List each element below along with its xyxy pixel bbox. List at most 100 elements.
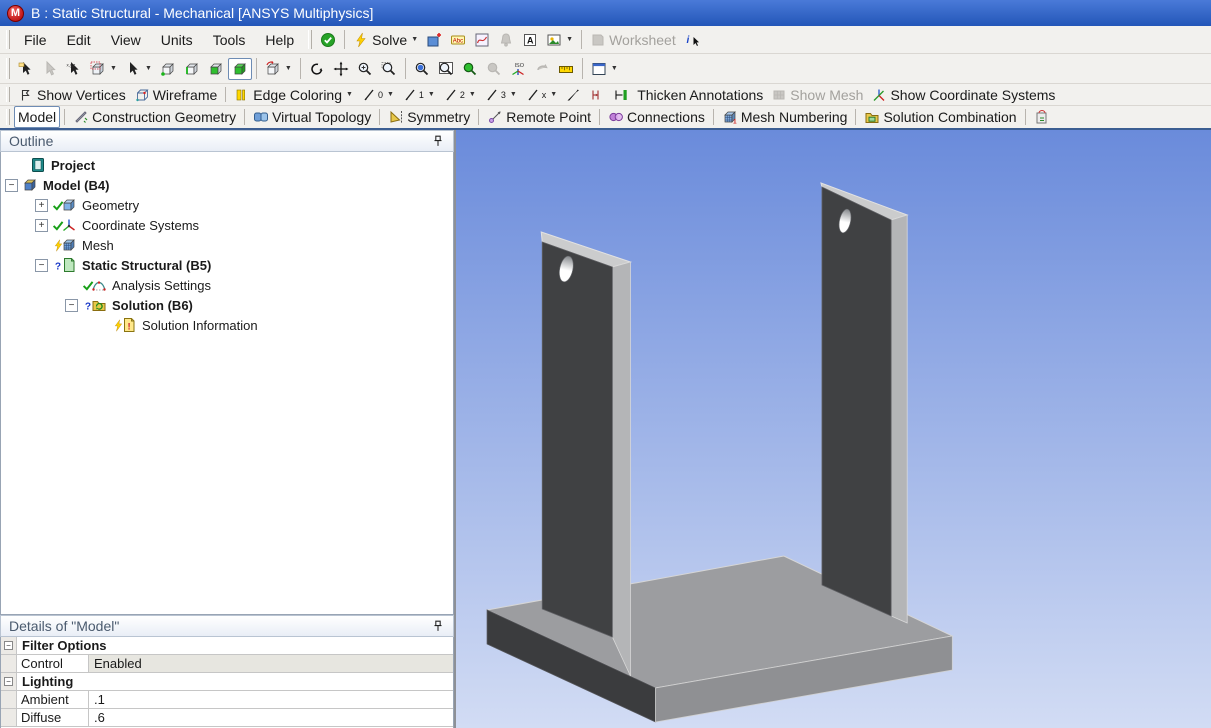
remote-point-button[interactable]: Remote Point [483,106,595,128]
toolbar-grip[interactable] [308,30,313,49]
zoom-out-button[interactable] [482,58,506,80]
magnifier-window-button[interactable] [434,58,458,80]
toolbar-grip[interactable] [6,87,10,102]
new-chart-button[interactable] [422,29,446,51]
tree-item-mesh[interactable]: Mesh [1,235,453,255]
virtual-topology-button[interactable]: Virtual Topology [249,106,375,128]
box-zoom-button[interactable] [377,58,401,80]
construction-geometry-button[interactable]: Construction Geometry [69,106,240,128]
tree-item-model-b4[interactable]: − Model (B4) [1,175,453,195]
model-left-plate-side-face[interactable] [612,261,631,677]
tree-expander-icon[interactable]: + [35,198,48,212]
tree-item-project[interactable]: Project [1,155,453,175]
thickness-2-button[interactable] [609,84,633,106]
coordinates-select-button[interactable]: x,y,z [62,58,86,80]
mesh-numbering-button[interactable]: 1 Mesh Numbering [718,106,852,128]
dropdown-arrow-icon[interactable]: ▼ [566,36,573,43]
details-group-row[interactable]: − Filter Options [1,637,453,655]
edge-coloring-button[interactable]: Edge Coloring ▼ [230,84,357,106]
body-select-button[interactable] [227,57,252,80]
vertex-select-button[interactable] [156,58,180,80]
details-row[interactable]: Ambient .1 [1,691,453,709]
zoom-button[interactable] [353,58,377,80]
select-mode-button[interactable]: ▼ [86,58,121,80]
menu-tools[interactable]: Tools [203,30,256,50]
tree-item-solution-b6[interactable]: −? Solution (B6) [1,295,453,315]
iso-view-button[interactable]: ISO [506,58,530,80]
wireframe-button[interactable]: Wireframe [130,84,222,106]
details-value[interactable]: Enabled [89,655,453,672]
edge-direction-0-button[interactable]: 0 ▼ [357,84,398,106]
edge-direction-3-button[interactable]: 3 ▼ [480,84,521,106]
status-ok-button[interactable] [316,29,340,51]
dropdown-arrow-icon[interactable]: ▼ [110,65,117,72]
dropdown-arrow-icon[interactable]: ▼ [550,91,557,98]
details-row[interactable]: Diffuse .6 [1,709,453,727]
menu-edit[interactable]: Edit [57,30,101,50]
show-mesh-button[interactable]: Show Mesh [767,84,867,106]
ruler-button[interactable] [554,58,578,80]
model-right-plate-front-face[interactable] [821,186,892,617]
dropdown-arrow-icon[interactable]: ▼ [428,91,435,98]
tree-item-coordinate-systems[interactable]: + Coordinate Systems [1,215,453,235]
menu-units[interactable]: Units [151,30,203,50]
edge-direction-x-button[interactable]: x ▼ [521,84,561,106]
solution-combination-button[interactable]: Solution Combination [860,106,1020,128]
previous-view-button[interactable] [530,58,554,80]
viewports-button[interactable]: ▼ [587,58,622,80]
show-coordinate-systems-button[interactable]: Show Coordinate Systems [867,84,1059,106]
image-capture-button[interactable]: ▼ [542,29,577,51]
dropdown-arrow-icon[interactable]: ▼ [285,65,292,72]
direction-select-button[interactable] [38,58,62,80]
selection-information-button[interactable]: i [680,29,704,51]
toolbar-grip[interactable] [6,58,10,79]
toolbar-grip[interactable] [6,30,10,49]
dropdown-arrow-icon[interactable]: ▼ [145,65,152,72]
edge-direction-1-button[interactable]: 1 ▼ [398,84,439,106]
label-select-button[interactable] [14,58,38,80]
geometry-viewport[interactable] [456,130,1211,728]
zoom-in-button[interactable] [458,58,482,80]
annotation-button[interactable]: Abc [446,29,470,51]
dropdown-arrow-icon[interactable]: ▼ [387,91,394,98]
tree-expander-icon[interactable]: + [35,218,48,232]
tree-item-solution-information[interactable]: ! Solution Information [1,315,453,335]
face-select-button[interactable] [204,58,228,80]
show-vertices-button[interactable]: Show Vertices [14,84,130,106]
select-type-button[interactable]: ▼ [121,58,156,80]
rotate-button[interactable] [305,58,329,80]
pan-button[interactable] [329,58,353,80]
tree-item-geometry[interactable]: + Geometry [1,195,453,215]
worksheet-button[interactable]: Worksheet [586,29,680,51]
tree-expander-icon[interactable]: − [5,178,18,192]
group-collapse-icon[interactable]: − [4,677,13,686]
tree-expander-icon[interactable]: − [35,258,48,272]
menu-file[interactable]: File [14,30,57,50]
chart-button[interactable] [470,29,494,51]
named-selection-button[interactable] [1030,106,1054,128]
dropdown-arrow-icon[interactable]: ▼ [510,91,517,98]
alert-button[interactable] [494,29,518,51]
dropdown-arrow-icon[interactable]: ▼ [469,91,476,98]
model-right-plate-side-face[interactable] [890,214,908,624]
details-value[interactable]: .6 [89,709,453,726]
dropdown-arrow-icon[interactable]: ▼ [611,65,618,72]
edge-direction-button[interactable] [561,84,585,106]
connections-button[interactable]: Connections [604,106,709,128]
symmetry-button[interactable]: Symmetry [384,106,474,128]
thicken-annotations-button[interactable]: Thicken Annotations [633,84,767,106]
model-left-plate-front-face[interactable] [541,241,613,638]
details-row[interactable]: Control Enabled [1,655,453,673]
tree-expander-icon[interactable]: − [65,298,78,312]
edge-direction-2-button[interactable]: 2 ▼ [439,84,480,106]
zoom-to-fit-button[interactable] [410,58,434,80]
dropdown-arrow-icon[interactable]: ▼ [411,36,418,43]
pin-icon[interactable] [431,619,445,633]
edge-select-button[interactable] [180,58,204,80]
tree-item-analysis-settings[interactable]: Analysis Settings [1,275,453,295]
pin-icon[interactable] [431,134,445,148]
details-value[interactable]: .1 [89,691,453,708]
dropdown-arrow-icon[interactable]: ▼ [346,91,353,98]
solve-button[interactable]: Solve ▼ [349,29,422,51]
toolbar-grip[interactable] [6,109,10,125]
